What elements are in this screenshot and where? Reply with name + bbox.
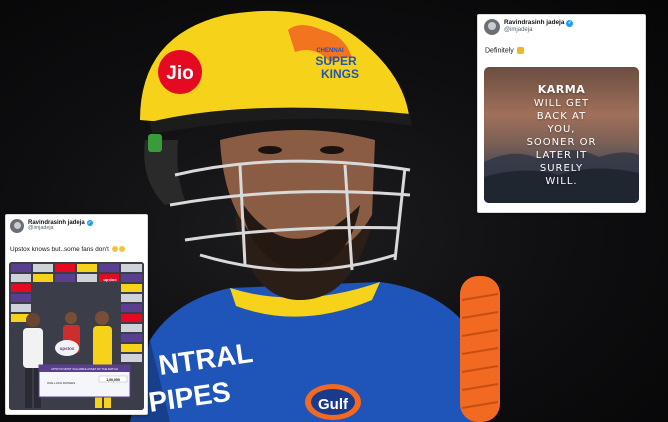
composite-image: Jio CHENNAI SUPER KINGS NTRAL PIPES Gulf (0, 0, 668, 422)
verified-badge-icon: ✓ (86, 220, 93, 227)
thumbs-up-icon (516, 47, 524, 54)
verified-badge-icon: ✓ (566, 20, 574, 28)
quote-line: SURELY (539, 162, 584, 174)
jio-logo-text: Jio (166, 63, 193, 84)
tweet-header: Ravindrasinh jadeja ✓ @imjadeja (484, 19, 574, 35)
svg-text:SUPER: SUPER (315, 54, 357, 68)
quote-line: YOU, (547, 123, 576, 135)
quote-line: LATER IT (535, 149, 588, 161)
quote-line: BACK AT (536, 110, 587, 122)
quote-line: KARMA (537, 82, 586, 96)
quote-line: WILL. (545, 175, 578, 187)
quote-line: WILL GET (533, 97, 590, 109)
tweet-header: Ravindrasinh jadeja ✓ @imjadeja (10, 219, 93, 233)
tweet-text: Definitely (485, 47, 524, 54)
avatar[interactable] (484, 19, 500, 35)
svg-text:KINGS: KINGS (321, 67, 359, 81)
svg-text:UPSTOX MOST VALUABLE ASSET OF: UPSTOX MOST VALUABLE ASSET OF THE MATCH (51, 367, 118, 371)
tweet-photo-award[interactable]: upstox UPSTOX MOST VALUABLE ASSET OF THE… (9, 262, 144, 410)
svg-text:upstox: upstox (103, 277, 117, 282)
gulf-logo-text: Gulf (318, 396, 349, 413)
handle[interactable]: @imjadeja (504, 27, 573, 33)
tweet-text: Upstox knows but..some fans don't (10, 246, 125, 253)
display-name[interactable]: Ravindrasinh jadeja (504, 20, 564, 27)
svg-text:upstox: upstox (60, 346, 75, 351)
avatar[interactable] (10, 219, 24, 233)
svg-text:1,00,000: 1,00,000 (106, 378, 120, 382)
svg-text:ONE LAKH RUPEES: ONE LAKH RUPEES (47, 381, 75, 385)
laughing-emoji-icon (111, 246, 118, 253)
tweet-card-upstox[interactable]: Ravindrasinh jadeja ✓ @imjadeja Upstox k… (5, 214, 148, 415)
quote-line: SOONER OR (526, 136, 597, 148)
handle[interactable]: @imjadeja (28, 226, 93, 232)
tweet-card-karma[interactable]: Ravindrasinh jadeja ✓ @imjadeja Definite… (477, 14, 646, 213)
laughing-emoji-icon (118, 246, 125, 253)
tweet-image-karma-quote[interactable]: KARMA WILL GET BACK AT YOU, SOONER OR LA… (484, 67, 639, 203)
bat-handle (460, 276, 500, 422)
